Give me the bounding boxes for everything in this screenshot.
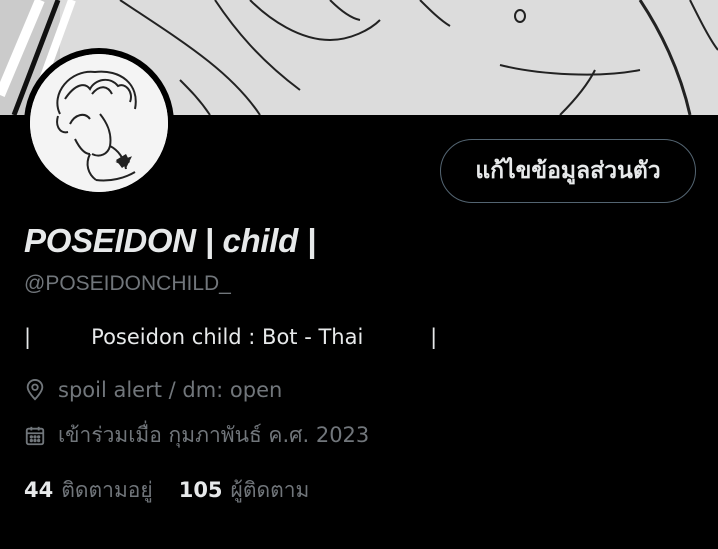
location-row: spoil alert / dm: open	[24, 378, 282, 402]
followers-link[interactable]: 105 ผู้ติดตาม	[179, 474, 310, 507]
location-text: spoil alert / dm: open	[58, 378, 283, 402]
avatar[interactable]	[30, 54, 168, 192]
follow-stats: 44 ติดตามอยู่ 105 ผู้ติดตาม	[24, 474, 309, 507]
following-count: 44	[24, 478, 54, 502]
username-handle: @POSEIDONCHILD_	[24, 272, 231, 295]
following-link[interactable]: 44 ติดตามอยู่	[24, 474, 153, 507]
followers-count: 105	[178, 478, 223, 502]
joined-date-text: เข้าร่วมเมื่อ กุมภาพันธ์ ค.ศ. 2023	[58, 423, 370, 447]
followers-label: ผู้ติดตาม	[230, 478, 310, 502]
location-pin-icon	[24, 379, 46, 401]
avatar-illustration	[30, 54, 168, 192]
edit-profile-button[interactable]: แก้ไขข้อมูลส่วนตัว	[440, 139, 696, 203]
profile-bio: | Poseidon child : Bot - Thai |	[24, 325, 438, 349]
joined-row: เข้าร่วมเมื่อ กุมภาพันธ์ ค.ศ. 2023	[24, 419, 369, 452]
calendar-icon	[24, 425, 46, 447]
display-name: POSEIDON | child |	[24, 222, 316, 259]
following-label: ติดตามอยู่	[61, 478, 153, 502]
